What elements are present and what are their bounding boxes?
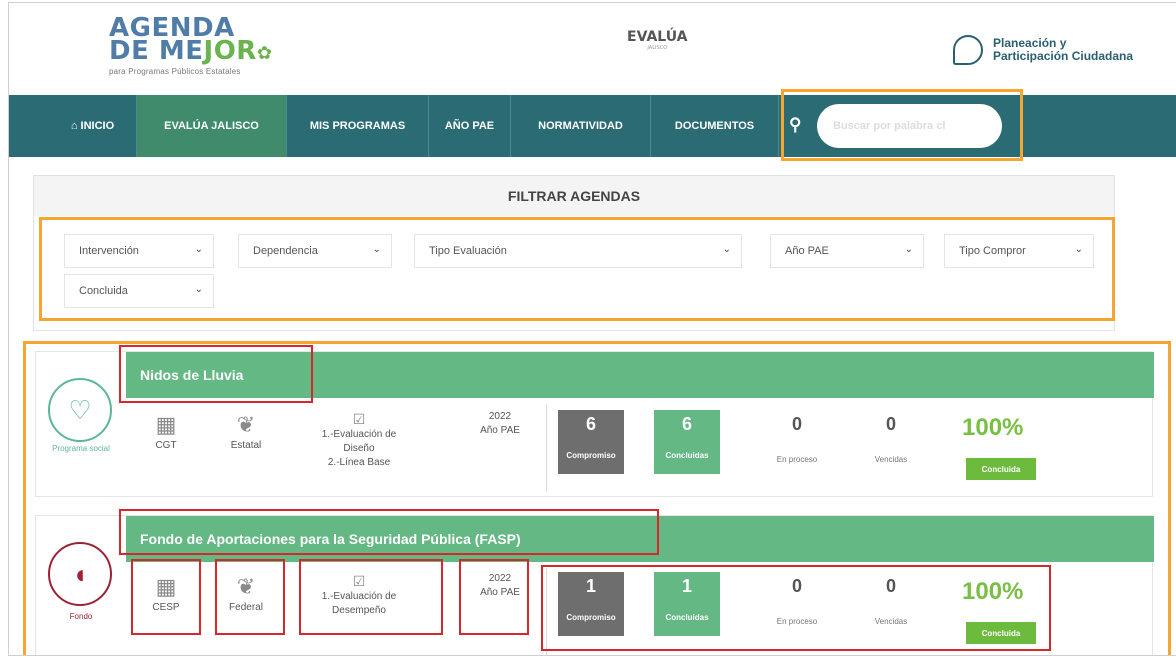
agenda-type: Programa social <box>52 444 110 453</box>
highlight-stats <box>541 565 1051 651</box>
home-icon: ⌂ <box>70 120 78 132</box>
highlight-title-2 <box>119 509 659 555</box>
orden-cell: ❦ Estatal <box>216 412 276 452</box>
nav-item-ano-pae[interactable]: AÑO PAE <box>429 95 511 157</box>
highlight-filters <box>39 217 1115 321</box>
highlight-title-1 <box>119 345 313 403</box>
nav-item-normatividad[interactable]: NORMATIVIDAD <box>511 95 651 157</box>
evaluacion-cell: ☑ 1.-Evaluación de Diseño 2.-Línea Base <box>304 412 414 470</box>
concluidas-box[interactable]: 6 Concluidas <box>654 410 720 474</box>
planeacion-logo[interactable]: Planeación y Participación Ciudadana <box>953 35 1133 65</box>
vencidas-stat[interactable]: 0 Vencidas <box>856 410 926 464</box>
jalisco-map-icon: ❦ <box>236 412 256 437</box>
nav-item-inicio[interactable]: ⌂ INICIO <box>49 95 137 157</box>
filter-title: FILTRAR AGENDAS <box>34 176 1114 216</box>
en-proceso-stat[interactable]: 0 En proceso <box>762 410 832 464</box>
nav-item-evalua-jalisco[interactable]: EVALÚA JALISCO <box>137 95 287 157</box>
page-frame: AGENDA DE MEJOR✿ para Programas Públicos… <box>8 2 1176 656</box>
highlight-evaluacion <box>299 559 443 635</box>
nav-item-mis-programas[interactable]: MIS PROGRAMAS <box>287 95 429 157</box>
piggy-bank-icon: ◖ <box>48 542 112 606</box>
agenda-logo[interactable]: AGENDA DE MEJOR✿ para Programas Públicos… <box>109 15 273 76</box>
building-icon: ▦ <box>155 412 177 437</box>
planeacion-line2: Participación Ciudadana <box>993 49 1134 63</box>
year-cell: 2022 Año PAE <box>480 411 520 436</box>
checkbox-icon: ☑ <box>352 411 366 427</box>
highlight-dependencia <box>131 559 201 635</box>
compromiso-box[interactable]: 6 Compromiso <box>558 410 624 474</box>
logo-line2: DE MEJOR✿ <box>109 36 273 66</box>
agenda-type: Fondo <box>69 612 93 621</box>
percent-complete: 100% <box>962 414 1024 441</box>
chat-bubble-icon <box>953 35 983 65</box>
status-badge: Concluida <box>966 458 1036 480</box>
nav-item-documentos[interactable]: DOCUMENTOS <box>651 95 779 157</box>
highlight-year <box>459 559 529 635</box>
dependencia-cell: ▦ CGT <box>146 412 186 452</box>
evalua-logo[interactable]: EVALÚA JALISCO <box>627 29 687 51</box>
site-header: AGENDA DE MEJOR✿ para Programas Públicos… <box>9 3 1176 95</box>
highlight-search <box>781 89 1023 161</box>
handshake-heart-icon: ♡ <box>48 378 112 442</box>
logo-subtitle: para Programas Públicos Estatales <box>109 67 241 76</box>
highlight-orden <box>215 559 285 635</box>
